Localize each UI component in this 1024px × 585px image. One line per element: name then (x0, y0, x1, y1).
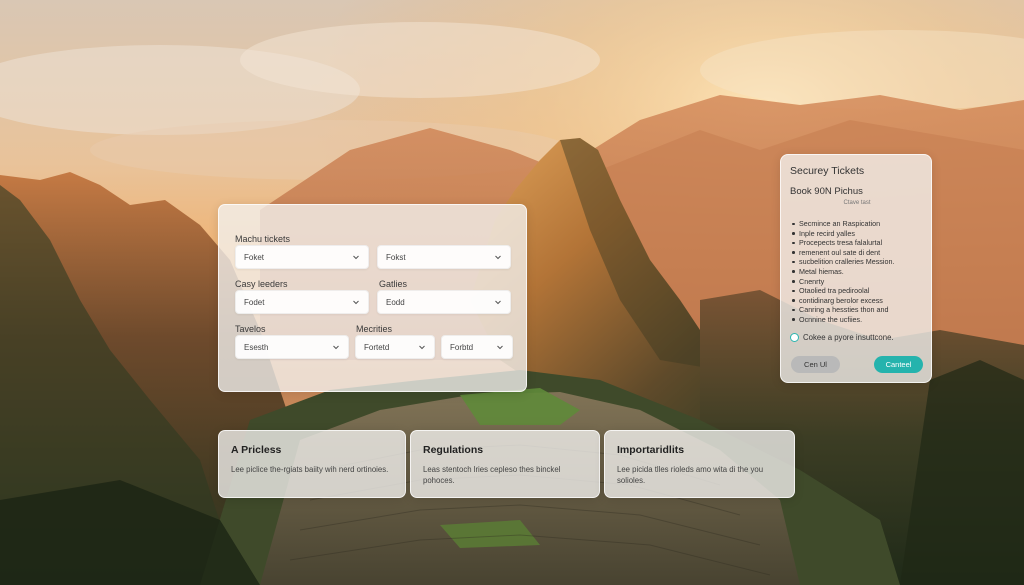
chevron-down-icon (332, 343, 340, 351)
list-item: Secmince an Raspication (791, 219, 927, 229)
list-item: Metal hiemas. (791, 267, 927, 277)
metric-value-b: Forbtd (450, 342, 474, 352)
travelers-value: Esesth (244, 342, 269, 352)
confirm-button[interactable]: Canteel (874, 356, 923, 373)
list-item: Ocnnine the ucfiies. (791, 315, 927, 325)
list-item: Otaolied tra pediroolal (791, 286, 927, 296)
gatlies-label: Gatlies (379, 279, 408, 289)
ticket-card-subtitle: Book 90N Pichus (790, 186, 863, 197)
ticket-type-value: Foket (244, 252, 265, 262)
list-item: sucbelition cralleries Mession. (791, 257, 927, 267)
insurance-option[interactable]: Cokee a pyore insuttcone. (790, 333, 894, 342)
machu-tickets-label: Machu tickets (235, 234, 291, 244)
ticket-card-title: Securey Tickets (790, 165, 865, 177)
list-item: Cnenrty (791, 277, 927, 287)
list-item: remenent oul sate di dent (791, 248, 927, 258)
ticket-card: Securey Tickets Book 90N Pichus Ctave ta… (780, 154, 932, 383)
visitor-select[interactable]: Fodet (235, 290, 369, 314)
chevron-down-icon (352, 253, 360, 261)
gallery-select[interactable]: Eodd (377, 290, 511, 314)
ticket-card-note: Ctave tast (843, 200, 871, 206)
booking-form-panel: Machu tickets Foket Fokst Casy leeders G… (218, 204, 527, 392)
gallery-value: Eodd (386, 297, 405, 307)
ticket-type-select[interactable]: Foket (235, 245, 369, 269)
info-card-regulations[interactable]: Regulations Leas stentoch lries cepleso … (410, 430, 600, 498)
travelers-select[interactable]: Esesth (235, 335, 349, 359)
chevron-down-icon (352, 298, 360, 306)
casy-leeders-label: Casy leeders (235, 279, 288, 289)
mecrities-label: Mecrities (356, 324, 393, 334)
info-card-body: Lee picida tlles rioleds amo wita di the… (617, 465, 764, 485)
ticket-feature-list: Secmince an Raspication Inple recird yal… (791, 219, 927, 325)
info-card-important[interactable]: Importaridlits Lee picida tlles rioleds … (604, 430, 795, 498)
list-item: Procepects tresa falalurtal (791, 238, 927, 248)
info-card-pricing[interactable]: A Pricless Lee piclice the-rgiats baiity… (218, 430, 406, 498)
info-card-body: Leas stentoch lries cepleso thes binckel… (423, 465, 561, 485)
tavelos-label: Tavelos (235, 324, 266, 334)
chevron-down-icon (418, 343, 426, 351)
info-card-title: A Pricless (231, 444, 282, 456)
chevron-down-icon (494, 253, 502, 261)
metric-value-a: Fortetd (364, 342, 390, 352)
info-card-title: Importaridlits (617, 444, 685, 456)
list-item: Canring a hessties thon and (791, 305, 927, 315)
ticket-date-value: Fokst (386, 252, 406, 262)
metric-select-a[interactable]: Fortetd (355, 335, 435, 359)
insurance-option-label: Cokee a pyore insuttcone. (803, 333, 894, 342)
ticket-date-select[interactable]: Fokst (377, 245, 511, 269)
list-item: contidinarg berolor excess (791, 296, 927, 306)
cancel-button[interactable]: Cen Ul (791, 356, 840, 373)
metric-select-b[interactable]: Forbtd (441, 335, 513, 359)
chevron-down-icon (494, 298, 502, 306)
visitor-value: Fodet (244, 297, 265, 307)
info-card-title: Regulations (423, 444, 484, 456)
chevron-down-icon (496, 343, 504, 351)
info-card-body: Lee piclice the-rgiats baiity wih nerd o… (231, 465, 389, 474)
radio-circle-icon[interactable] (790, 333, 799, 342)
list-item: Inple recird yalles (791, 229, 927, 239)
